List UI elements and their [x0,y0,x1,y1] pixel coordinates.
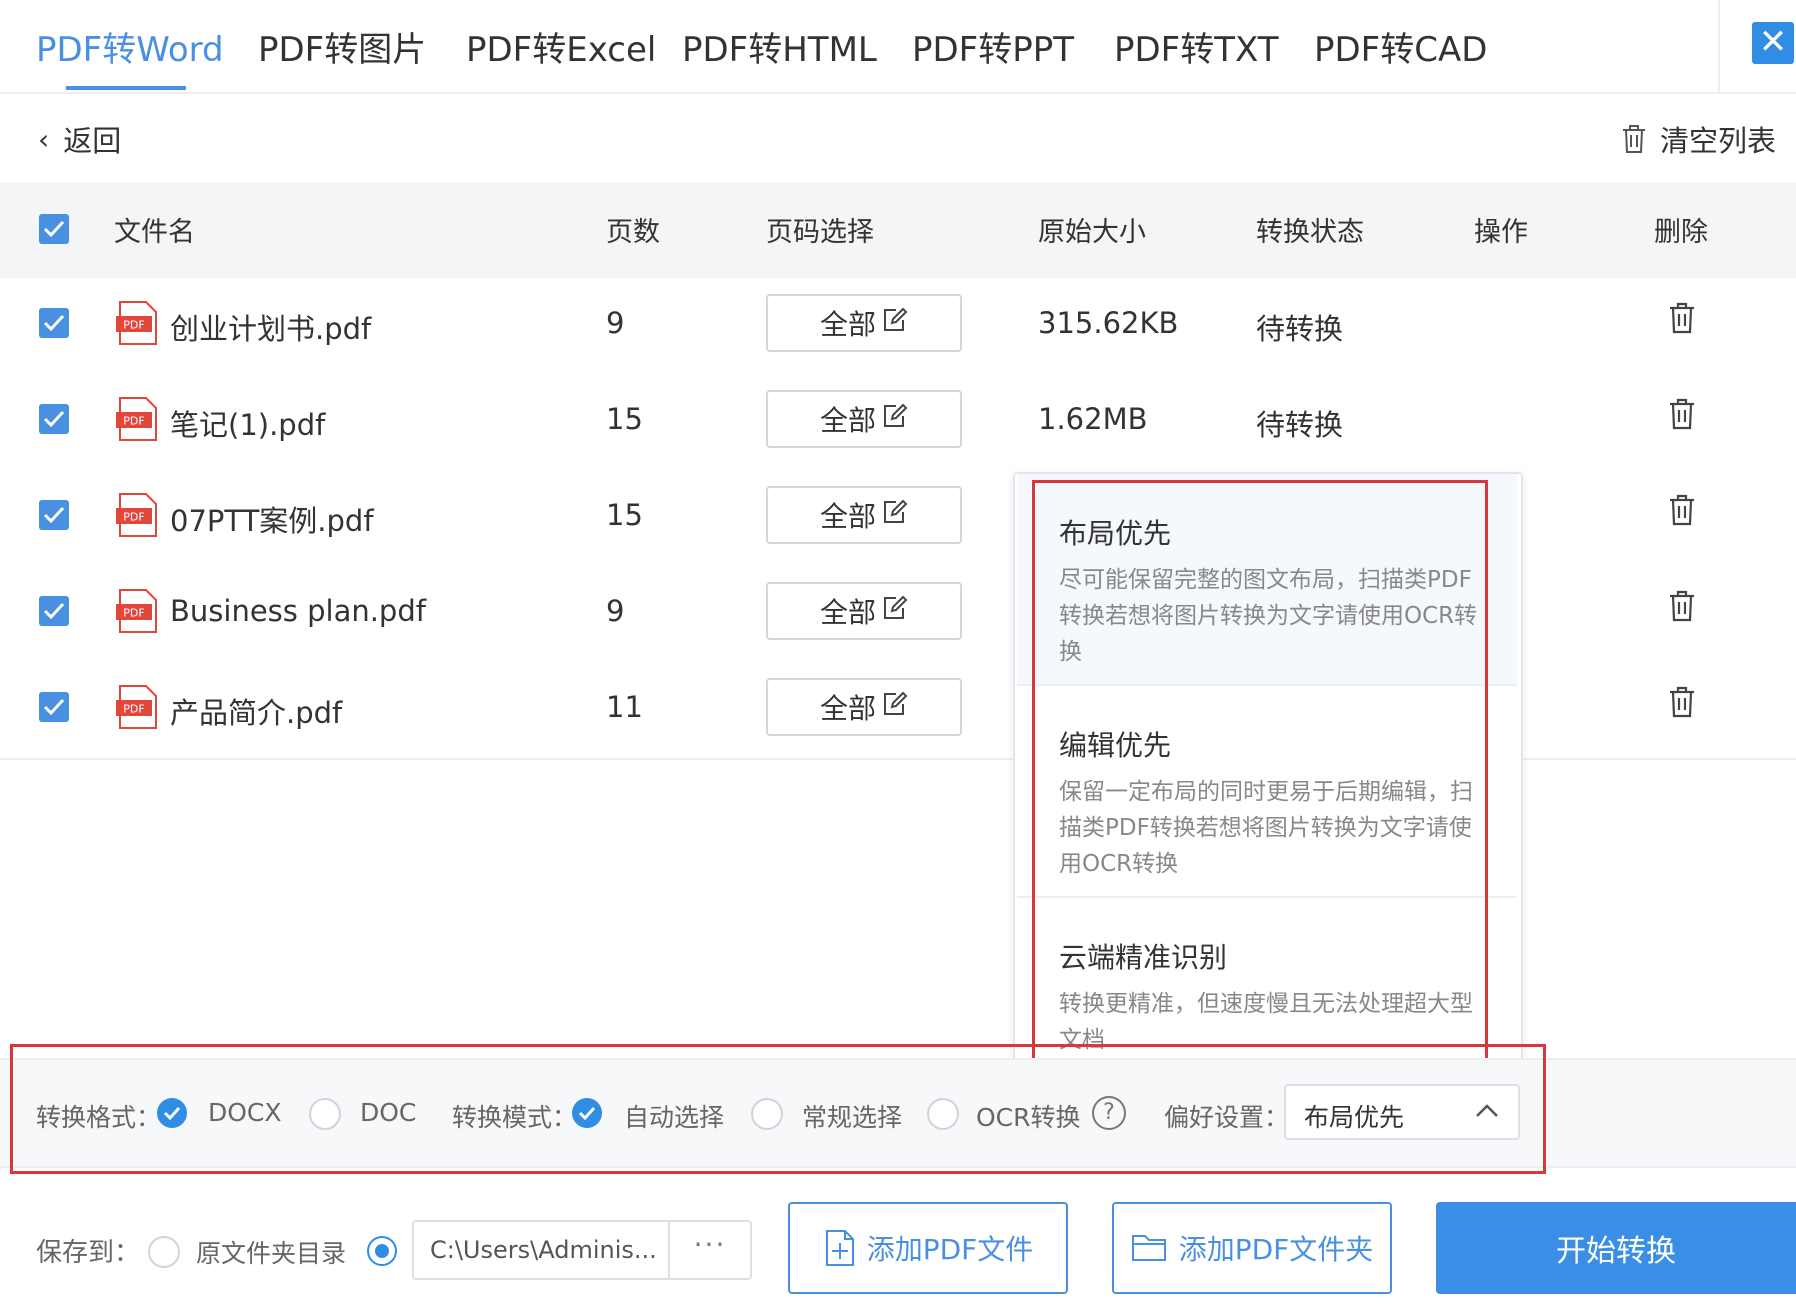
radio-custom-path[interactable] [367,1236,397,1266]
start-convert-button[interactable]: 开始转换 [1436,1202,1796,1294]
highlight-box-dropdown [1032,480,1488,1070]
page-count: 15 [606,402,643,436]
save-to-label: 保存到： [36,1238,141,1268]
pdf-file-icon: PDF [116,492,158,538]
row-checkbox[interactable] [39,596,69,626]
table-row: PDF 创业计划书.pdf 9 全部 315.62KB 待转换 [0,278,1796,376]
output-path-value: C:\Users\Adminis... [430,1236,657,1264]
edit-icon [876,691,908,724]
tab-pdf-to-excel[interactable]: PDF转Excel [466,22,656,71]
file-name: 产品简介.pdf [170,696,343,730]
file-size: 1.62MB [1038,402,1148,436]
table-header: 文件名 页数 页码选择 原始大小 转换状态 操作 删除 [0,182,1796,278]
svg-text:PDF: PDF [123,415,144,428]
column-header-status: 转换状态 [1256,217,1364,248]
pdf-file-icon: PDF [116,300,158,346]
column-header-pages: 页数 [606,217,660,248]
delete-row-icon[interactable] [1668,398,1696,434]
page-count: 9 [606,594,625,628]
table-row: PDF Business plan.pdf 9 全部 [0,566,1796,664]
edit-icon [876,499,908,532]
file-name: 07PTT案例.pdf [170,504,374,538]
tab-pdf-to-txt[interactable]: PDF转TXT [1114,22,1278,71]
tab-pdf-to-word[interactable]: PDF转Word [36,22,224,71]
pdf-file-icon: PDF [116,396,158,442]
page-count: 11 [606,690,643,724]
add-folder-label: 添加PDF文件夹 [1178,1233,1374,1266]
svg-text:PDF: PDF [123,319,144,332]
close-button[interactable]: ✕ [1752,22,1794,64]
page-range-label: 全部 [819,404,876,437]
tab-pdf-to-cad[interactable]: PDF转CAD [1314,22,1487,71]
edit-icon [876,307,908,340]
delete-row-icon[interactable] [1668,494,1696,530]
output-path-field[interactable]: C:\Users\Adminis... ··· [412,1220,752,1280]
add-file-icon [825,1230,854,1266]
table-row: PDF 笔记(1).pdf 15 全部 1.62MB 待转换 [0,374,1796,472]
page-range-button[interactable]: 全部 [766,294,962,352]
page-range-button[interactable]: 全部 [766,582,962,640]
svg-text:PDF: PDF [123,703,144,716]
delete-row-icon[interactable] [1668,302,1696,338]
back-label: 返回 [63,124,122,158]
file-name: 笔记(1).pdf [170,408,326,442]
tab-pdf-to-ppt[interactable]: PDF转PPT [912,22,1074,71]
page-count: 9 [606,306,625,340]
pdf-file-icon: PDF [116,588,158,634]
delete-row-icon[interactable] [1668,686,1696,722]
browse-button[interactable]: ··· [668,1222,750,1278]
row-checkbox[interactable] [39,500,69,530]
table-row: PDF 07PTT案例.pdf 15 全部 [0,470,1796,568]
add-pdf-file-button[interactable]: 添加PDF文件 [788,1202,1068,1294]
radio-dot [375,1244,389,1258]
select-all-checkbox[interactable] [39,214,69,244]
folder-icon [1131,1235,1166,1261]
page-range-label: 全部 [819,308,876,341]
column-header-size: 原始大小 [1038,217,1146,248]
file-name: 创业计划书.pdf [170,312,372,346]
original-folder-label: 原文件夹目录 [196,1239,347,1268]
clear-list-label: 清空列表 [1659,124,1776,158]
tab-bar: PDF转Word PDF转图片 PDF转Excel PDF转HTML PDF转P… [0,0,1796,94]
page-range-label: 全部 [819,500,876,533]
active-tab-indicator [66,86,186,90]
trash-icon [1622,125,1645,153]
column-header-filename: 文件名 [114,217,195,248]
file-size: 315.62KB [1038,306,1179,340]
page-range-label: 全部 [819,596,876,629]
clear-list-button[interactable]: 清空列表 [1620,118,1776,160]
row-checkbox[interactable] [39,308,69,338]
row-checkbox[interactable] [39,404,69,434]
add-pdf-folder-button[interactable]: 添加PDF文件夹 [1112,1202,1392,1294]
file-name: Business plan.pdf [170,594,426,628]
svg-text:PDF: PDF [123,511,144,524]
page-range-button[interactable]: 全部 [766,390,962,448]
page-range-button[interactable]: 全部 [766,678,962,736]
svg-text:PDF: PDF [123,607,144,620]
delete-row-icon[interactable] [1668,590,1696,626]
tab-divider [1718,0,1720,92]
edit-icon [876,403,908,436]
conversion-status: 待转换 [1256,312,1344,346]
chevron-left-icon: ‹ [38,122,50,156]
page-count: 15 [606,498,643,532]
row-checkbox[interactable] [39,692,69,722]
add-file-label: 添加PDF文件 [866,1233,1034,1266]
table-row: PDF 产品简介.pdf 11 全部 [0,662,1796,760]
pdf-file-icon: PDF [116,684,158,730]
page-range-button[interactable]: 全部 [766,486,962,544]
column-header-action: 操作 [1474,217,1528,248]
column-header-delete: 删除 [1654,217,1708,248]
column-header-page-range: 页码选择 [766,217,874,248]
conversion-status: 待转换 [1256,408,1344,442]
tab-pdf-to-image[interactable]: PDF转图片 [258,22,426,71]
page-range-label: 全部 [819,692,876,725]
radio-original-folder[interactable] [148,1236,180,1268]
edit-icon [876,595,908,628]
back-link[interactable]: ‹ 返回 [38,118,121,160]
tab-pdf-to-html[interactable]: PDF转HTML [682,22,877,71]
highlight-box-options [10,1044,1546,1174]
